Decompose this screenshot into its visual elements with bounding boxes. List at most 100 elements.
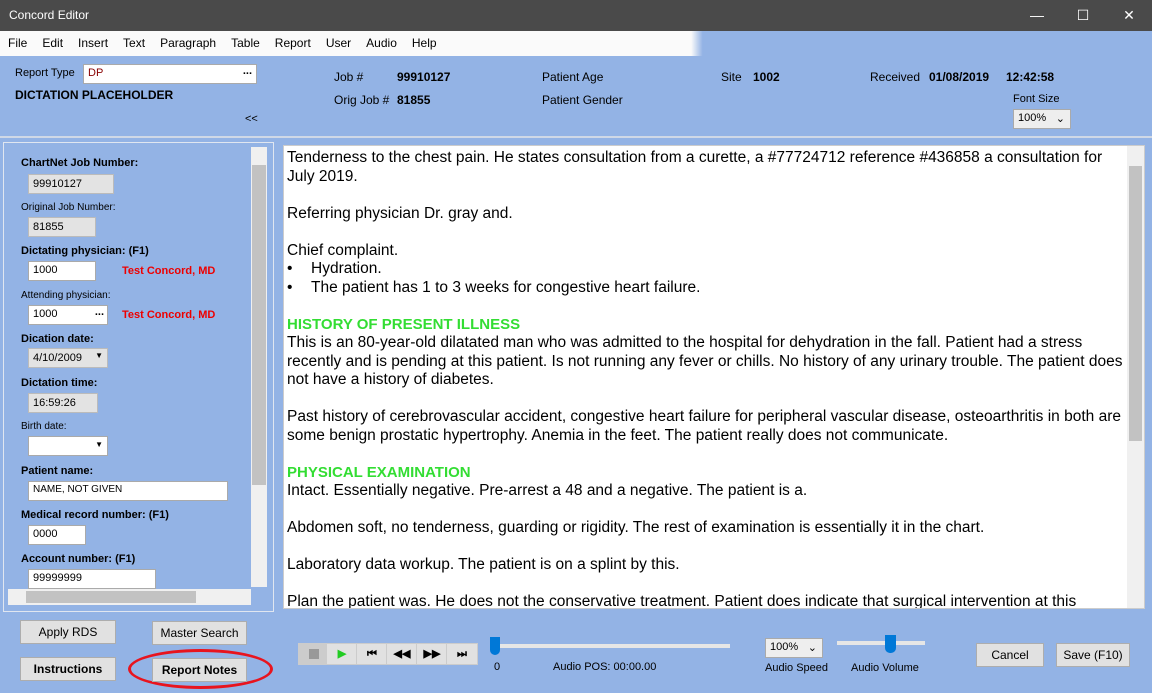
fast-forward-icon: ▶▶ [423,648,441,660]
dictation-time-field: 16:59:26 [28,393,98,413]
menu-user[interactable]: User [318,31,358,50]
menu-bar: File Edit Insert Text Paragraph Table Report Us… [0,31,1152,56]
chevron-down-icon: ⌄ [807,642,817,654]
play-icon: ▶ [337,648,347,660]
mrn-label: Medical record number: (F1) [21,509,169,521]
audio-volume-thumb[interactable] [884,635,896,653]
patient-age-label: Patient Age [542,70,604,84]
received-date: 01/08/2019 [929,70,990,84]
instructions-button[interactable]: Instructions [20,657,116,681]
menu-audio[interactable]: Audio [358,31,404,50]
rewind-button[interactable]: ◀◀ [386,643,418,665]
account-input[interactable]: 99999999 [28,569,156,589]
job-label: Job # [334,70,364,84]
report-type-value: DP [88,67,104,79]
audio-pos-readout: Audio POS: 00:00.00 [553,661,657,673]
save-button[interactable]: Save (F10) [1056,643,1130,667]
dictating-physician-input[interactable]: 1000 [28,261,96,281]
menu-help[interactable]: Help [404,31,444,50]
report-editor[interactable]: Tenderness to the chest pain. He states … [283,145,1145,609]
report-type-label: Report Type [15,67,75,79]
paragraph: This is an 80-year-old dilatated man who… [287,334,1123,388]
collapse-button[interactable]: << [245,113,258,125]
birth-date-label: Birth date: [21,421,67,432]
attending-physician-label: Attending physician: [21,290,111,301]
title-bar: Concord Editor — ☐ ✕ [0,0,1152,31]
patient-name-input[interactable]: NAME, NOT GIVEN [28,481,228,501]
attending-physician-input[interactable]: 1000... [28,305,108,325]
orig-job-number-field: 81855 [28,217,96,237]
chartnet-field: 99910127 [28,174,114,194]
fast-forward-button[interactable]: ▶▶ [416,643,448,665]
paragraph: Intact. Essentially negative. Pre-arrest… [287,482,808,499]
paragraph: Past history of cerebrovascular accident… [287,408,1121,444]
cancel-button[interactable]: Cancel [976,643,1044,667]
font-size-select[interactable]: 100% ⌄ [1013,109,1071,129]
orig-job-label: Orig Job # [334,93,390,107]
attending-physician-name: Test Concord, MD [122,309,216,321]
dictation-date-value: 4/10/2009 [33,352,82,364]
menu-text[interactable]: Text [115,31,152,50]
report-type-input[interactable]: DP... [83,64,257,84]
divider [0,136,1152,138]
master-search-button[interactable]: Master Search [152,621,247,645]
site-label: Site [721,70,742,84]
report-type-browse-button[interactable]: ... [243,65,252,77]
paragraph: Tenderness to the chest pain. He states … [287,149,1103,185]
audio-position-thumb[interactable] [490,637,500,655]
account-label: Account number: (F1) [21,553,136,565]
menu-paragraph[interactable]: Paragraph [152,31,223,50]
skip-start-button[interactable]: ⏮ [356,643,388,665]
section-heading: PHYSICAL EXAMINATION [287,463,471,481]
editor-scrollbar[interactable] [1127,146,1144,608]
menu-file[interactable]: File [0,31,34,50]
list-item: The patient has 1 to 3 weeks for congest… [287,279,1123,298]
list-item: Hydration. [287,260,1123,279]
mrn-input[interactable]: 0000 [28,525,86,545]
site-value: 1002 [753,70,780,84]
patient-gender-label: Patient Gender [542,93,623,107]
bullet-list: Hydration.The patient has 1 to 3 weeks f… [287,260,1123,297]
skip-end-icon: ⏭ [457,648,467,660]
vertical-scrollbar[interactable] [251,147,267,587]
patient-info-panel: ChartNet Job Number: 99910127 Original J… [3,142,274,612]
apply-rds-button[interactable]: Apply RDS [20,620,116,644]
paragraph: Abdomen soft, no tenderness, guarding or… [287,519,985,536]
menu-report[interactable]: Report [267,31,318,50]
received-label: Received [870,70,921,84]
birth-date-picker[interactable]: ▼ [28,436,108,456]
attending-browse-button[interactable]: ... [95,306,104,318]
audio-volume-slider[interactable] [837,641,925,645]
audio-volume-label: Audio Volume [851,662,919,674]
scroll-thumb[interactable] [252,165,266,485]
audio-speed-value: 100% [770,641,799,653]
dropdown-arrow-icon: ▼ [95,351,103,360]
dictation-date-label: Dication date: [21,333,94,345]
scroll-thumb[interactable] [26,591,196,603]
close-button[interactable]: ✕ [1106,0,1152,31]
orig-job-number-label: Original Job Number: [21,202,116,213]
menu-insert[interactable]: Insert [70,31,115,50]
audio-speed-select[interactable]: 100% ⌄ [765,638,823,658]
chevron-down-icon: ⌄ [1055,113,1065,125]
maximize-button[interactable]: ☐ [1060,0,1106,31]
menu-edit[interactable]: Edit [34,31,70,50]
patient-name-label: Patient name: [21,465,94,477]
audio-position-value: 0 [494,661,501,673]
audio-position-slider[interactable] [492,644,730,648]
font-size-label: Font Size [1013,93,1060,105]
rewind-icon: ◀◀ [393,648,411,660]
skip-end-button[interactable]: ⏭ [446,643,478,665]
horizontal-scrollbar[interactable] [8,589,251,605]
minimize-button[interactable]: — [1014,0,1060,31]
chartnet-label: ChartNet Job Number: [21,157,139,169]
menu-table[interactable]: Table [223,31,267,50]
dictation-time-label: Dictation time: [21,377,98,389]
font-size-value: 100% [1018,112,1047,124]
play-button[interactable]: ▶ [326,643,358,665]
scroll-thumb[interactable] [1129,166,1142,441]
report-notes-button[interactable]: Report Notes [152,658,247,682]
section-heading: HISTORY OF PRESENT ILLNESS [287,315,521,333]
audio-speed-label: Audio Speed [765,662,828,674]
dictation-date-picker[interactable]: 4/10/2009 ▼ [28,348,108,368]
